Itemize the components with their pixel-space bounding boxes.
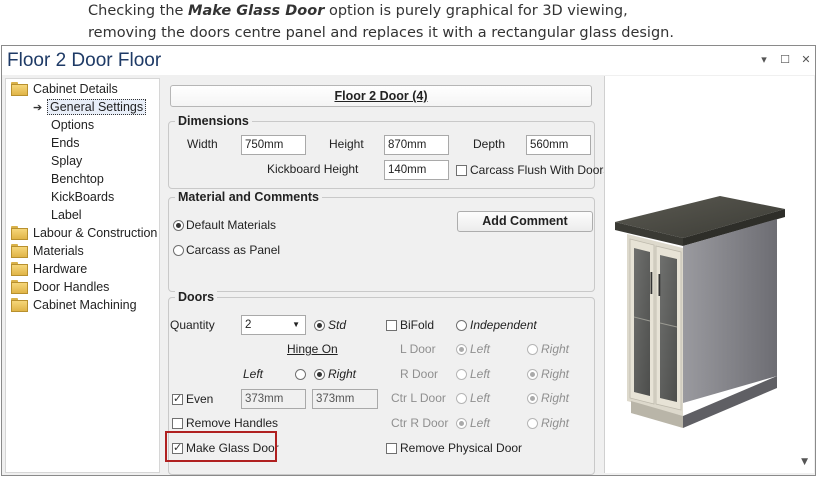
settings-panel: Floor 2 Door (4) Dimensions Width 750mm … xyxy=(165,76,609,475)
tree-item-general-settings[interactable]: ➔ General Settings xyxy=(33,98,147,116)
remove-handles-checkbox[interactable] xyxy=(172,418,183,429)
hinge-right-radio[interactable] xyxy=(314,369,325,380)
folder-icon xyxy=(11,298,28,312)
tree-item-splay[interactable]: Splay xyxy=(51,152,82,170)
kickboard-label: Kickboard Height xyxy=(267,162,359,176)
add-comment-button[interactable]: Add Comment xyxy=(457,211,593,232)
carcass-as-panel-label: Carcass as Panel xyxy=(186,243,281,257)
left-door-handle xyxy=(650,272,653,294)
l-door-left-label: Left xyxy=(470,342,491,356)
caption-text: Checking the Make Glass Door option is p… xyxy=(88,3,674,41)
carcass-as-panel-radio[interactable] xyxy=(173,245,184,256)
arrow-right-icon: ➔ xyxy=(33,102,43,114)
bifold-checkbox[interactable] xyxy=(386,320,397,331)
height-label: Height xyxy=(329,137,364,151)
material-group: Material and Comments Default Materials … xyxy=(168,190,595,292)
tree-item-labour-construction[interactable]: Labour & Construction xyxy=(11,224,157,242)
highlight-box xyxy=(165,431,277,462)
quantity-label: Quantity xyxy=(170,318,215,332)
independent-radio[interactable] xyxy=(456,320,467,331)
tree-item-hardware[interactable]: Hardware xyxy=(11,260,87,278)
window-menu-icon[interactable]: ▾ xyxy=(757,53,771,67)
ctr-l-door-left-radio[interactable] xyxy=(456,393,467,404)
r-door-left-radio[interactable] xyxy=(456,369,467,380)
tree-item-ends[interactable]: Ends xyxy=(51,134,80,152)
ctr-r-door-left-radio[interactable] xyxy=(456,418,467,429)
std-label: Std xyxy=(328,318,347,332)
hinge-left-radio[interactable] xyxy=(295,369,306,380)
hinge-right-label: Right xyxy=(328,367,357,381)
folder-icon xyxy=(11,280,28,294)
independent-label: Independent xyxy=(470,318,537,332)
cabinet-name-button[interactable]: Floor 2 Door (4) xyxy=(170,85,592,107)
doors-title: Doors xyxy=(175,290,218,304)
width-input[interactable]: 750mm xyxy=(241,135,306,155)
ctr-r-door-right-radio[interactable] xyxy=(527,418,538,429)
remove-physical-door-checkbox[interactable] xyxy=(386,443,397,454)
r-door-right-label: Right xyxy=(541,367,570,381)
r-door-right-radio[interactable] xyxy=(527,369,538,380)
bifold-label: BiFold xyxy=(400,318,435,332)
height-input[interactable]: 870mm xyxy=(384,135,449,155)
carcass-flush-checkbox[interactable] xyxy=(456,165,467,176)
std-radio[interactable] xyxy=(314,320,325,331)
ctr-l-door-right-label: Right xyxy=(541,391,570,405)
ctr-l-door-label: Ctr L Door xyxy=(391,391,446,405)
even-right-width-input[interactable]: 373mm xyxy=(312,389,378,409)
tree-item-cabinet-machining[interactable]: Cabinet Machining xyxy=(11,296,137,314)
folder-icon xyxy=(11,244,28,258)
tree-item-cabinet-details[interactable]: Cabinet Details xyxy=(11,80,118,98)
cabinet-illustration xyxy=(615,196,785,428)
cabinet-window: Floor 2 Door Floor ▾ ☐ ✕ Cabinet Details… xyxy=(1,45,816,476)
remove-handles-label: Remove Handles xyxy=(186,416,279,430)
folder-icon xyxy=(11,226,28,240)
ctr-l-door-left-label: Left xyxy=(470,391,491,405)
tree-item-door-handles[interactable]: Door Handles xyxy=(11,278,109,296)
tree-item-label[interactable]: Label xyxy=(51,206,82,224)
l-door-right-radio[interactable] xyxy=(527,344,538,355)
depth-label: Depth xyxy=(473,137,506,151)
hinge-on-label: Hinge On xyxy=(287,342,338,356)
right-door-handle xyxy=(658,274,661,296)
default-materials-label: Default Materials xyxy=(186,218,277,232)
folder-icon xyxy=(11,82,28,96)
kickboard-input[interactable]: 140mm xyxy=(384,160,449,180)
title-bar: Floor 2 Door Floor ▾ ☐ ✕ xyxy=(2,46,815,75)
remove-physical-door-label: Remove Physical Door xyxy=(400,441,523,455)
window-title: Floor 2 Door Floor xyxy=(7,50,162,71)
l-door-right-label: Right xyxy=(541,342,570,356)
even-left-width-input[interactable]: 373mm xyxy=(241,389,306,409)
depth-input[interactable]: 560mm xyxy=(526,135,591,155)
settings-tree: Cabinet Details ➔ General Settings Option… xyxy=(5,78,160,473)
dimensions-group: Dimensions Width 750mm Height 870mm Dept… xyxy=(168,114,609,189)
hinge-left-label: Left xyxy=(243,367,264,381)
close-icon[interactable]: ✕ xyxy=(799,53,813,67)
dimensions-title: Dimensions xyxy=(175,114,252,128)
default-materials-radio[interactable] xyxy=(173,220,184,231)
scroll-down-icon[interactable]: ▼ xyxy=(801,457,808,467)
cabinet-3d-preview[interactable]: ▼ xyxy=(604,76,814,473)
even-label: Even xyxy=(186,392,214,406)
material-title: Material and Comments xyxy=(175,190,323,204)
carcass-flush-label: Carcass Flush With Doors xyxy=(470,163,610,177)
ctr-r-door-label: Ctr R Door xyxy=(391,416,449,430)
width-label: Width xyxy=(187,137,218,151)
ctr-r-door-right-label: Right xyxy=(541,416,570,430)
tree-item-options[interactable]: Options xyxy=(51,116,94,134)
ctr-r-door-left-label: Left xyxy=(470,416,491,430)
folder-icon xyxy=(11,262,28,276)
maximize-icon[interactable]: ☐ xyxy=(778,53,792,67)
ctr-l-door-right-radio[interactable] xyxy=(527,393,538,404)
even-checkbox[interactable] xyxy=(172,392,183,405)
l-door-left-radio[interactable] xyxy=(456,344,467,355)
r-door-label: R Door xyxy=(400,367,439,381)
l-door-label: L Door xyxy=(400,342,436,356)
tree-item-kickboards[interactable]: KickBoards xyxy=(51,188,114,206)
quantity-select[interactable]: 2 ▼ xyxy=(241,315,306,335)
tree-item-materials[interactable]: Materials xyxy=(11,242,84,260)
r-door-left-label: Left xyxy=(470,367,491,381)
chevron-down-icon: ▼ xyxy=(292,320,300,329)
tree-item-benchtop[interactable]: Benchtop xyxy=(51,170,104,188)
